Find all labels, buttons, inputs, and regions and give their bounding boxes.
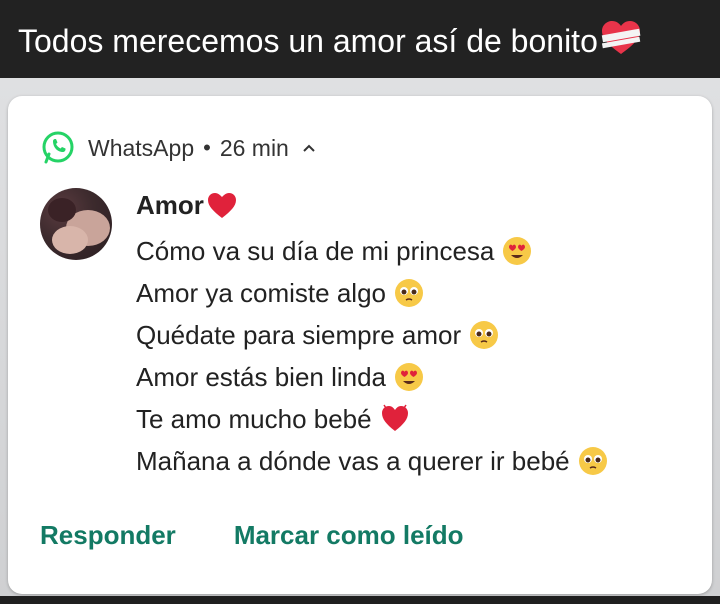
pleading-face-emoji-icon xyxy=(394,279,423,307)
app-name: WhatsApp xyxy=(88,134,195,161)
reply-button[interactable]: Responder xyxy=(40,520,176,551)
heart-eyes-emoji-icon xyxy=(503,237,532,265)
message-text: Amor ya comiste algo xyxy=(136,278,386,308)
message-line: Cómo va su día de mi princesa xyxy=(136,230,608,272)
avatar xyxy=(40,188,112,260)
bottom-edge xyxy=(0,596,720,604)
message-text: Te amo mucho bebé xyxy=(136,404,372,434)
sender-label: Amor xyxy=(136,190,204,220)
mark-as-read-button[interactable]: Marcar como leído xyxy=(234,520,464,551)
message-line: Amor ya comiste algo xyxy=(136,272,608,314)
sender-name: Amor xyxy=(136,190,238,221)
red-heart-icon xyxy=(207,192,236,218)
message-text: Amor estás bien linda xyxy=(136,362,387,392)
notification-card[interactable]: WhatsApp • 26 min Amor Cómo va su día de… xyxy=(8,96,712,594)
message-line: Amor estás bien linda xyxy=(136,356,608,398)
separator-dot: • xyxy=(203,135,211,160)
caption-label: Todos merecemos un amor así de bonito xyxy=(18,23,598,59)
heart-eyes-emoji-icon xyxy=(395,363,424,391)
message-text: Mañana a dónde vas a querer ir bebé xyxy=(136,446,570,476)
message-list: Cómo va su día de mi princesa Amor ya co… xyxy=(136,230,608,482)
message-line: Te amo mucho bebé xyxy=(136,398,608,440)
caption-bar: Todos merecemos un amor así de bonito xyxy=(0,0,720,78)
pleading-face-emoji-icon xyxy=(470,321,499,349)
avatar-photo xyxy=(48,198,110,254)
caption-text: Todos merecemos un amor así de bonito xyxy=(18,20,642,65)
chevron-up-icon[interactable] xyxy=(301,140,317,156)
notification-time: 26 min xyxy=(219,134,289,161)
whatsapp-icon xyxy=(42,131,74,164)
bandaged-heart-icon xyxy=(600,20,642,65)
pleading-face-emoji-icon xyxy=(578,447,607,475)
notification-actions: Responder Marcar como leído xyxy=(40,520,522,551)
message-line: Mañana a dónde vas a querer ir bebé xyxy=(136,440,608,482)
message-text: Cómo va su día de mi princesa xyxy=(136,236,495,266)
message-text: Quédate para siempre amor xyxy=(136,320,462,350)
red-heart-emoji-icon xyxy=(381,404,408,431)
notification-header: WhatsApp • 26 min xyxy=(40,128,317,168)
message-line: Quédate para siempre amor xyxy=(136,314,608,356)
